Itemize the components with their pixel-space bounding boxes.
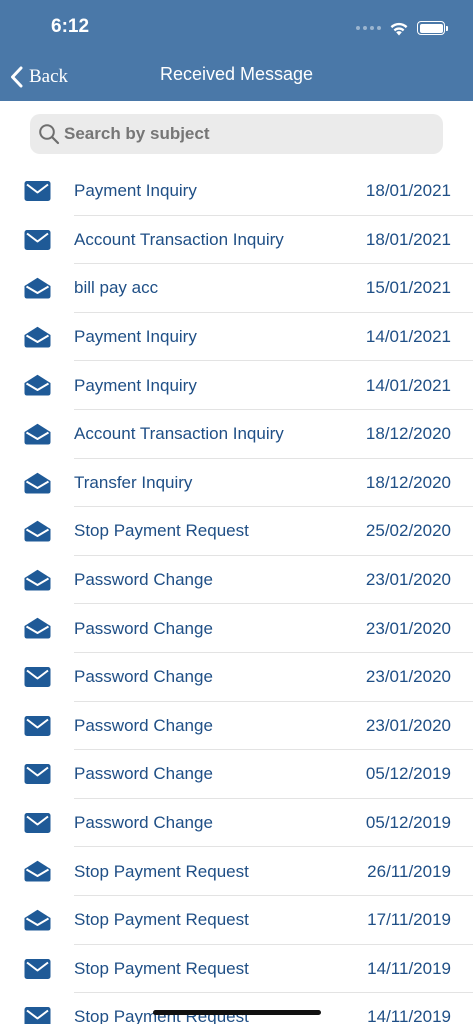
envelope-open-icon	[24, 277, 51, 299]
message-date: 14/01/2021	[365, 375, 451, 395]
envelope-open-icon	[24, 326, 51, 348]
message-date: 18/12/2020	[365, 424, 451, 444]
message-row[interactable]: Payment Inquiry 14/01/2021	[0, 361, 473, 410]
home-indicator	[153, 1010, 321, 1015]
envelope-closed-icon	[24, 180, 51, 202]
envelope-closed-icon	[24, 715, 51, 737]
search-input[interactable]	[64, 124, 424, 144]
message-row[interactable]: Account Transaction Inquiry 18/01/2021	[0, 216, 473, 265]
page-title: Received Message	[159, 64, 314, 84]
message-subject: Stop Payment Request	[74, 861, 249, 881]
envelope-open-icon	[24, 374, 51, 396]
message-row[interactable]: Stop Payment Request 14/11/2019	[0, 993, 473, 1024]
nav-header: 6:12 Back Received Message	[0, 0, 473, 101]
message-row[interactable]: Password Change 23/01/2020	[0, 702, 473, 751]
cellular-signal-icon	[356, 26, 381, 30]
message-row[interactable]: bill pay acc 15/01/2021	[0, 264, 473, 313]
message-date: 05/12/2019	[365, 764, 451, 784]
message-date: 15/01/2021	[365, 278, 451, 298]
message-date: 26/11/2019	[367, 861, 451, 881]
status-time: 6:12	[51, 16, 90, 37]
envelope-closed-icon	[24, 763, 51, 785]
envelope-closed-icon	[24, 666, 51, 688]
envelope-closed-icon	[24, 958, 51, 980]
message-date: 23/01/2020	[365, 667, 451, 687]
message-row[interactable]: Password Change 05/12/2019	[0, 799, 473, 848]
message-subject: Password Change	[74, 764, 213, 784]
envelope-open-icon	[24, 520, 51, 542]
search-bar[interactable]	[30, 114, 443, 154]
message-row[interactable]: Stop Payment Request 14/11/2019	[0, 945, 473, 994]
message-subject: Stop Payment Request	[74, 910, 249, 930]
envelope-closed-icon	[24, 229, 51, 251]
message-row[interactable]: Password Change 23/01/2020	[0, 604, 473, 653]
envelope-open-icon	[24, 423, 51, 445]
message-subject: Password Change	[74, 618, 213, 638]
message-row[interactable]: Stop Payment Request 25/02/2020	[0, 507, 473, 556]
message-row[interactable]: Stop Payment Request 26/11/2019	[0, 847, 473, 896]
message-date: 14/01/2021	[365, 327, 451, 347]
message-date: 17/11/2019	[367, 910, 451, 930]
message-subject: Stop Payment Request	[74, 521, 249, 541]
message-list: Payment Inquiry 18/01/2021 Account Trans…	[0, 167, 473, 1024]
envelope-open-icon	[24, 617, 51, 639]
message-date: 14/11/2019	[367, 1007, 451, 1024]
message-date: 18/12/2020	[365, 472, 451, 492]
envelope-open-icon	[24, 569, 51, 591]
status-icons	[356, 18, 448, 38]
envelope-open-icon	[24, 909, 51, 931]
message-date: 18/01/2021	[365, 229, 451, 249]
message-date: 18/01/2021	[365, 181, 451, 201]
message-subject: Stop Payment Request	[74, 958, 249, 978]
message-subject: bill pay acc	[74, 278, 159, 298]
wifi-icon	[390, 22, 408, 35]
message-date: 23/01/2020	[365, 570, 451, 590]
envelope-open-icon	[24, 860, 51, 882]
message-subject: Payment Inquiry	[74, 181, 197, 201]
message-row[interactable]: Password Change 05/12/2019	[0, 750, 473, 799]
message-date: 25/02/2020	[365, 521, 451, 541]
message-date: 23/01/2020	[365, 618, 451, 638]
message-row[interactable]: Account Transaction Inquiry 18/12/2020	[0, 410, 473, 459]
envelope-open-icon	[24, 472, 51, 494]
envelope-closed-icon	[24, 1006, 51, 1024]
message-subject: Password Change	[74, 667, 213, 687]
search-icon	[39, 124, 60, 145]
message-row[interactable]: Payment Inquiry 14/01/2021	[0, 313, 473, 362]
message-row[interactable]: Stop Payment Request 17/11/2019	[0, 896, 473, 945]
message-row[interactable]: Transfer Inquiry 18/12/2020	[0, 459, 473, 508]
message-subject: Payment Inquiry	[74, 375, 197, 395]
message-subject: Password Change	[74, 570, 213, 590]
message-subject: Account Transaction Inquiry	[74, 229, 284, 249]
message-row[interactable]: Payment Inquiry 18/01/2021	[0, 167, 473, 216]
message-date: 14/11/2019	[367, 958, 451, 978]
battery-icon	[417, 21, 448, 35]
message-subject: Password Change	[74, 813, 213, 833]
message-subject: Account Transaction Inquiry	[74, 424, 284, 444]
message-date: 05/12/2019	[365, 813, 451, 833]
envelope-closed-icon	[24, 812, 51, 834]
message-row[interactable]: Password Change 23/01/2020	[0, 556, 473, 605]
message-subject: Payment Inquiry	[74, 327, 197, 347]
message-subject: Password Change	[74, 715, 213, 735]
message-row[interactable]: Password Change 23/01/2020	[0, 653, 473, 702]
message-date: 23/01/2020	[365, 715, 451, 735]
message-subject: Transfer Inquiry	[74, 472, 193, 492]
